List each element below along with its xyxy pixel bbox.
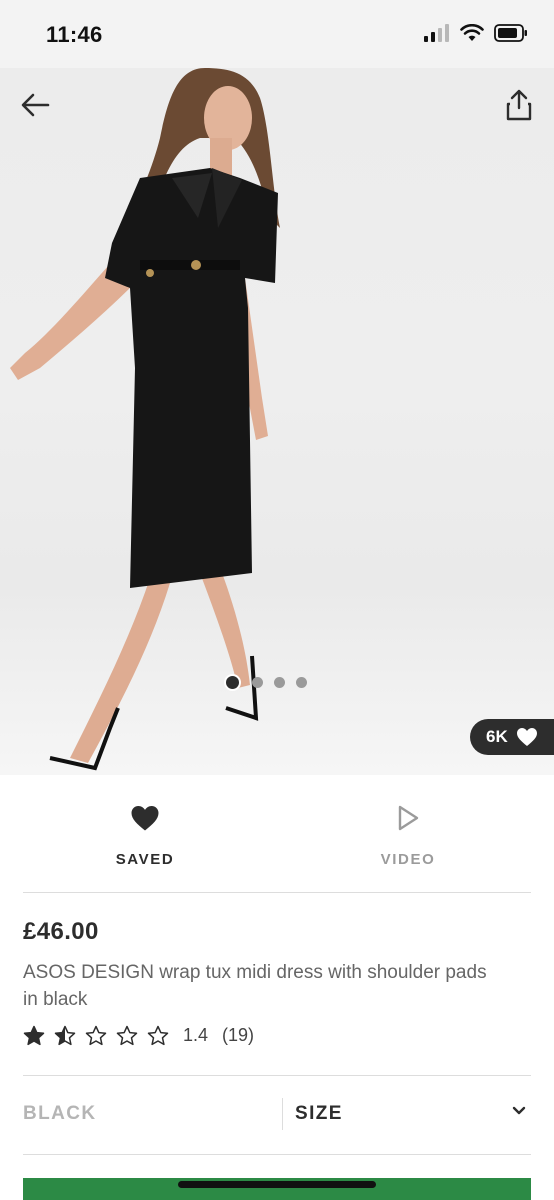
play-icon bbox=[398, 805, 419, 831]
colour-label: BLACK bbox=[23, 1103, 97, 1124]
saved-label: SAVED bbox=[115, 851, 175, 868]
heart-icon bbox=[516, 728, 537, 746]
chevron-down-icon[interactable] bbox=[512, 1106, 526, 1116]
divider bbox=[23, 1154, 531, 1155]
star-empty-icon bbox=[147, 1025, 169, 1046]
pagination-dot[interactable] bbox=[224, 674, 241, 691]
video-label: VIDEO bbox=[380, 851, 436, 868]
rating-stars bbox=[23, 1025, 169, 1046]
product-price: £46.00 bbox=[23, 918, 99, 945]
cellular-signal-icon bbox=[424, 24, 449, 42]
status-time: 11:46 bbox=[46, 22, 103, 47]
options-separator bbox=[282, 1098, 283, 1130]
status-bar: 11:46 bbox=[0, 0, 554, 68]
saved-button[interactable]: SAVED bbox=[45, 775, 245, 893]
product-image-gallery[interactable]: 6K bbox=[0, 68, 554, 775]
product-photo bbox=[10, 68, 280, 771]
size-selector[interactable]: SIZE bbox=[295, 1103, 343, 1125]
product-title: ASOS DESIGN wrap tux midi dress with sho… bbox=[23, 962, 487, 1010]
rating-value: 1.4 bbox=[183, 1025, 209, 1045]
divider bbox=[23, 892, 531, 893]
battery-icon bbox=[494, 24, 527, 42]
star-empty-icon bbox=[85, 1025, 107, 1046]
pagination-dot[interactable] bbox=[252, 677, 263, 688]
product-actions: SAVED VIDEO bbox=[0, 775, 554, 893]
gallery-pagination bbox=[224, 674, 307, 691]
rating-count: (19) bbox=[222, 1025, 255, 1045]
saves-count: 6K bbox=[486, 727, 508, 746]
star-filled-icon bbox=[23, 1025, 45, 1046]
product-rating[interactable]: 1.4 (19) bbox=[23, 1025, 254, 1046]
divider bbox=[23, 1075, 531, 1076]
video-button[interactable]: VIDEO bbox=[308, 775, 508, 893]
status-icons bbox=[424, 24, 528, 42]
star-half-icon bbox=[54, 1025, 76, 1046]
share-button[interactable] bbox=[504, 88, 534, 122]
home-indicator[interactable] bbox=[178, 1181, 376, 1188]
back-button[interactable] bbox=[18, 90, 54, 120]
share-icon bbox=[506, 89, 532, 121]
star-empty-icon bbox=[116, 1025, 138, 1046]
wifi-icon bbox=[460, 24, 484, 41]
pagination-dot[interactable] bbox=[296, 677, 307, 688]
pagination-dot[interactable] bbox=[274, 677, 285, 688]
heart-icon bbox=[131, 806, 159, 831]
arrow-left-icon bbox=[21, 93, 50, 117]
saves-count-badge: 6K bbox=[470, 719, 554, 755]
